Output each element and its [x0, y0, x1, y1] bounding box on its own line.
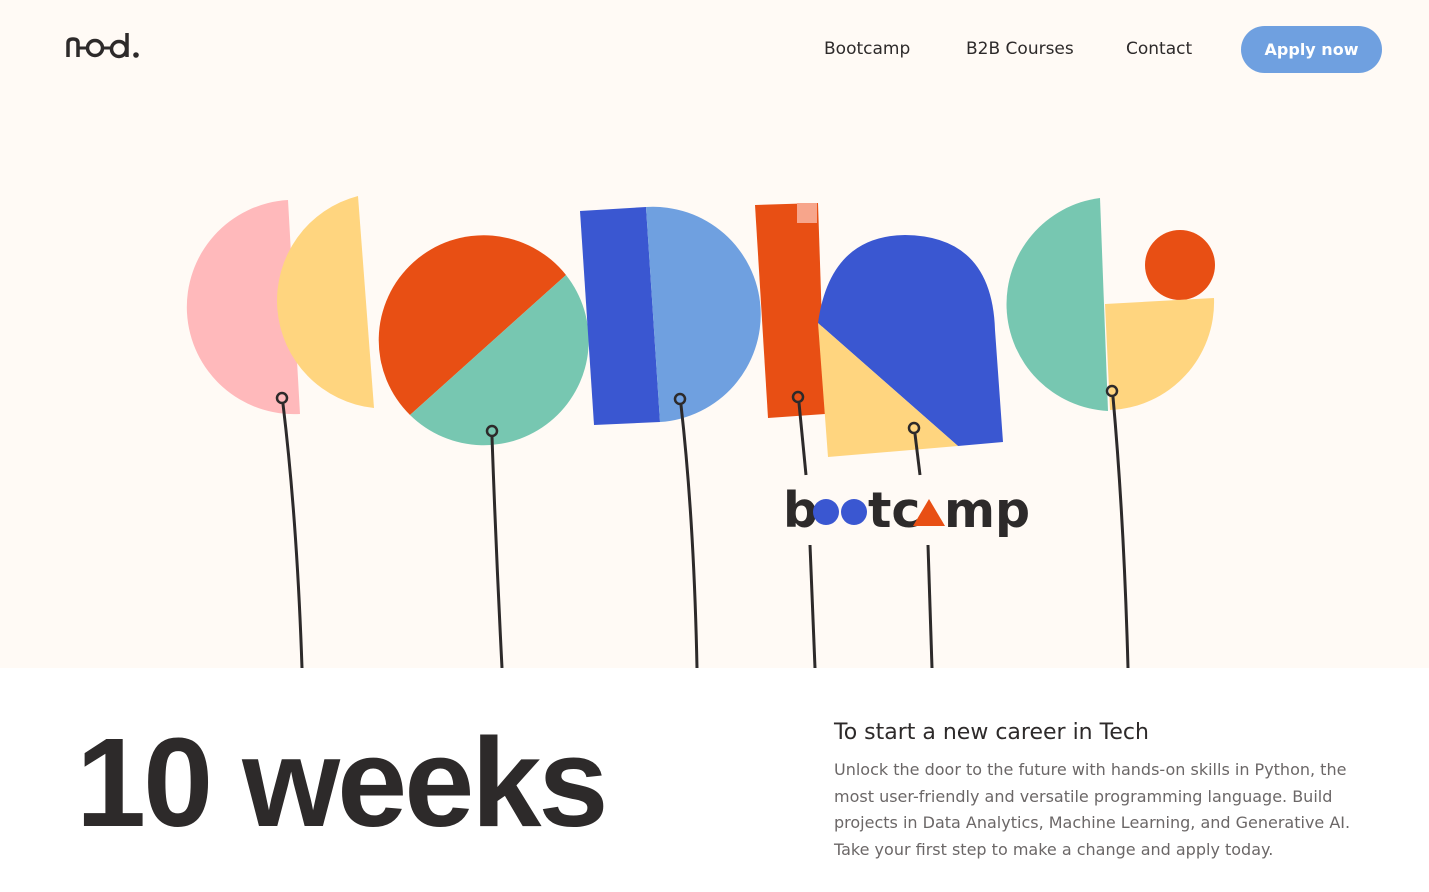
shape-light-blue-half-disc — [646, 206, 761, 422]
wordmark-blue-dot — [841, 499, 867, 525]
shape-teal-half-disc — [1006, 198, 1108, 411]
hero-illustration: b tc mp — [186, 196, 1215, 668]
shape-peach-square — [797, 203, 817, 223]
shape-orange-dot — [1145, 230, 1215, 300]
svg-text:tc: tc — [868, 482, 920, 539]
wordmark-blue-dot — [813, 499, 839, 525]
svg-text:mp: mp — [944, 482, 1030, 539]
shape-blue-bar — [580, 207, 660, 425]
bootcamp-wordmark: b tc mp — [783, 482, 1030, 539]
duration-headline: 10 weeks — [76, 712, 608, 853]
shape-orange-bar — [755, 203, 825, 418]
shape-yellow-quarter — [1105, 298, 1215, 410]
intro-body: Unlock the door to the future with hands… — [834, 760, 1351, 859]
svg-text:b: b — [783, 482, 818, 539]
intro-subheading: To start a new career in Tech — [834, 720, 1149, 745]
